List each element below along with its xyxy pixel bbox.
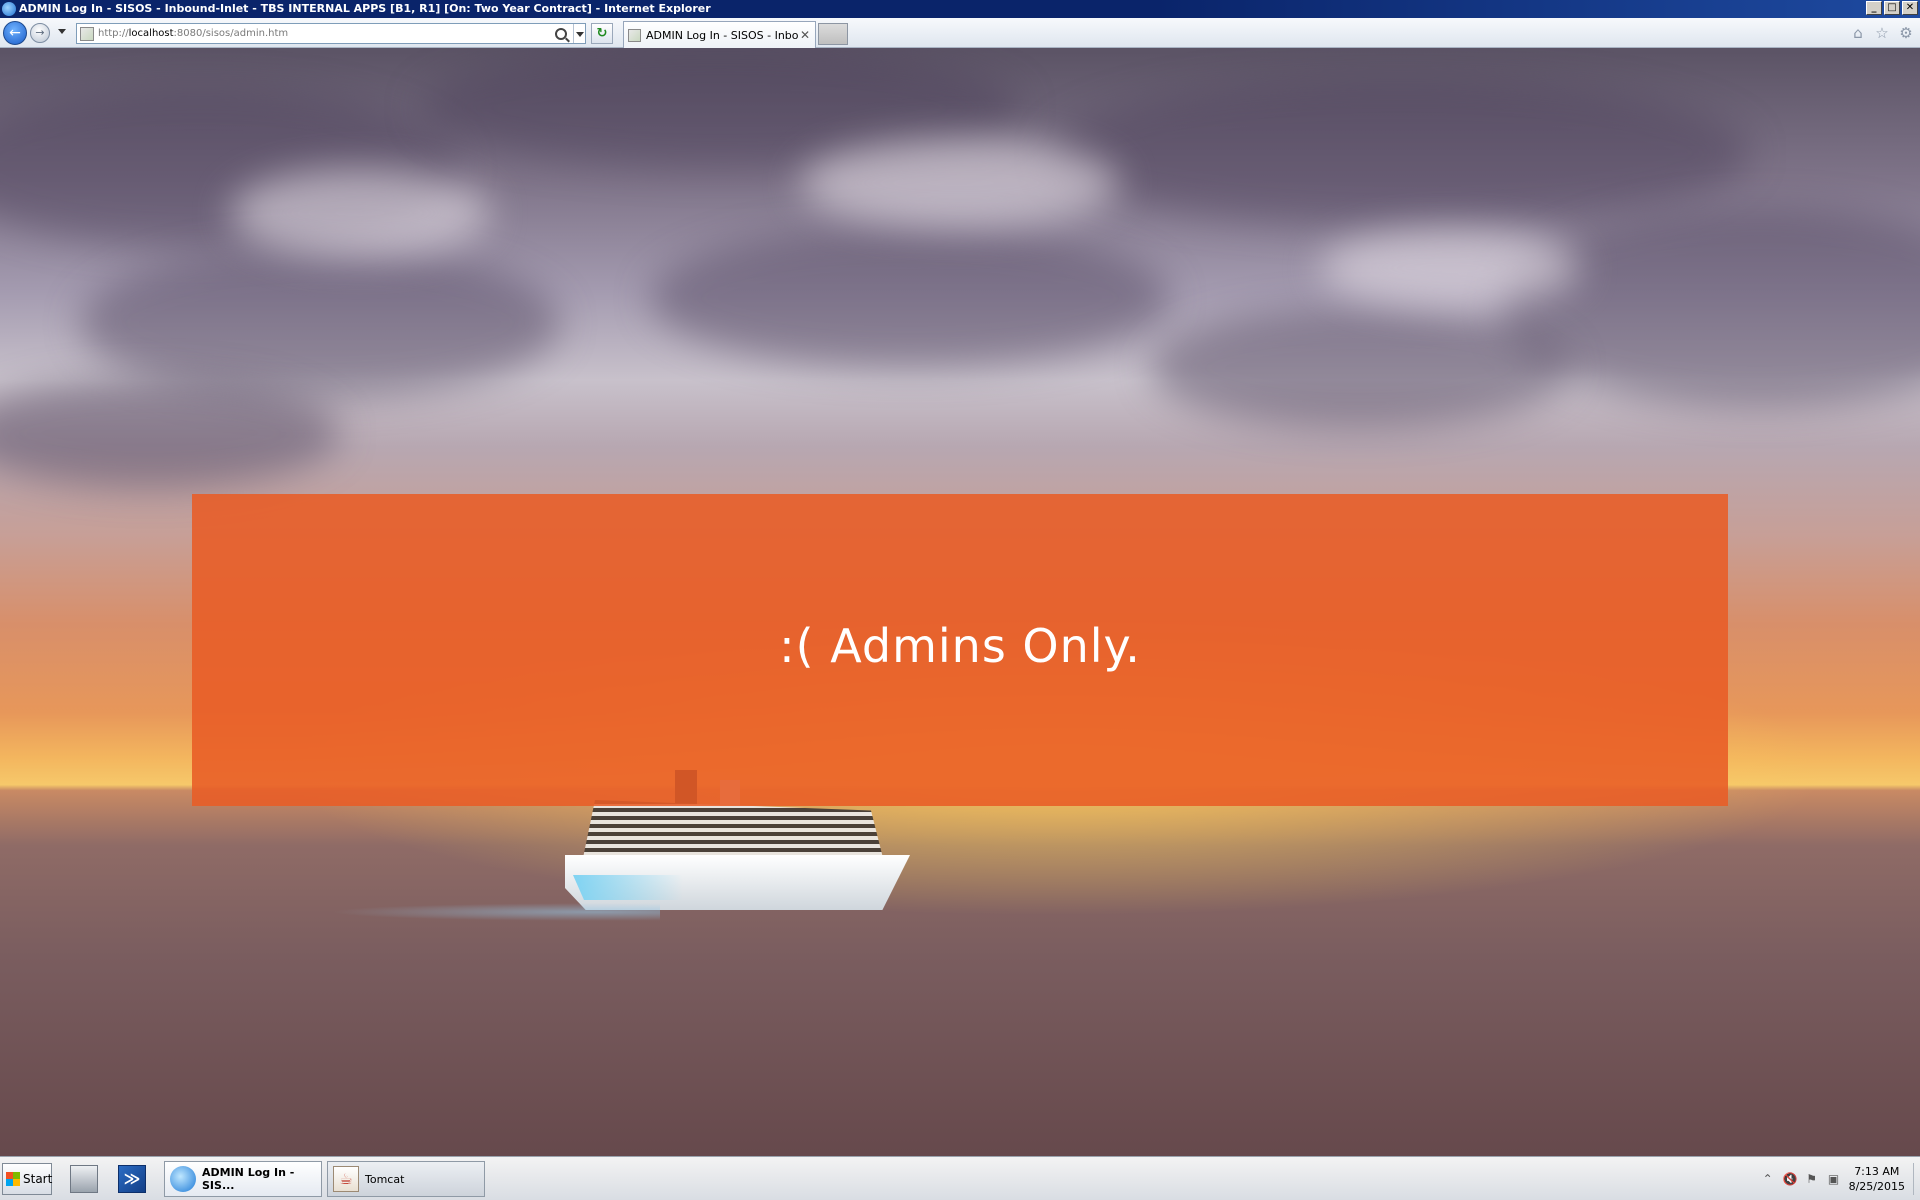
- cloud: [650, 228, 1170, 368]
- back-button[interactable]: ←: [3, 21, 27, 45]
- browser-navigation-bar: ← → http://localhost:8080/sisos/admin.ht…: [0, 18, 1920, 48]
- server-manager-icon[interactable]: [70, 1165, 98, 1193]
- network-icon[interactable]: ▣: [1827, 1172, 1841, 1186]
- forward-button[interactable]: →: [30, 23, 50, 43]
- minimize-button[interactable]: _: [1866, 1, 1882, 15]
- windows-logo-icon: [6, 1172, 20, 1186]
- tools-gear-icon[interactable]: ⚙: [1898, 25, 1914, 41]
- banner-message: :( Admins Only.: [779, 619, 1141, 673]
- favorites-star-icon[interactable]: ☆: [1874, 25, 1890, 41]
- page-favicon-icon: [80, 26, 94, 41]
- page-background-image: :( Admins Only.: [0, 48, 1920, 1156]
- internet-explorer-icon: [170, 1166, 196, 1192]
- address-bar[interactable]: http://localhost:8080/sisos/admin.htm: [76, 23, 586, 44]
- taskbar-item-label: Tomcat: [365, 1172, 405, 1186]
- url-prefix: http://: [98, 28, 129, 39]
- admins-only-banner: :( Admins Only.: [192, 494, 1728, 806]
- cloud: [80, 248, 560, 398]
- volume-muted-icon[interactable]: 🔇: [1783, 1172, 1798, 1186]
- cloud: [230, 168, 490, 258]
- browser-command-icons: ⌂ ☆ ⚙: [1850, 25, 1914, 41]
- java-icon: ☕: [333, 1166, 359, 1192]
- powershell-icon[interactable]: ≫: [118, 1165, 146, 1193]
- window-title: ADMIN Log In - SISOS - Inbound-Inlet - T…: [19, 2, 711, 15]
- tab-close-icon[interactable]: ✕: [798, 28, 812, 42]
- start-button[interactable]: Start: [2, 1163, 52, 1195]
- ship-wake: [330, 903, 660, 921]
- clock-date: 8/25/2015: [1848, 1180, 1905, 1193]
- tab-favicon-icon: [628, 28, 641, 42]
- start-label: Start: [23, 1172, 53, 1186]
- action-center-flag-icon[interactable]: ⚑: [1805, 1172, 1819, 1186]
- clock-time: 7:13 AM: [1854, 1165, 1900, 1178]
- quick-launch: ≫: [70, 1165, 146, 1193]
- taskbar-item-tomcat[interactable]: ☕ Tomcat: [327, 1161, 485, 1197]
- taskbar-item-internet-explorer[interactable]: ADMIN Log In - SIS...: [164, 1161, 322, 1197]
- ship-decks: [583, 800, 883, 858]
- taskbar: Start ≫ ADMIN Log In - SIS... ☕ Tomcat ⌃…: [0, 1156, 1920, 1200]
- maximize-button[interactable]: □: [1884, 1, 1900, 15]
- cloud: [800, 138, 1120, 228]
- show-desktop-button[interactable]: [1913, 1163, 1914, 1195]
- url-path: :8080/sisos/admin.htm: [173, 28, 289, 39]
- close-button[interactable]: ✕: [1902, 1, 1918, 15]
- cloud: [1150, 308, 1570, 428]
- recent-pages-dropdown[interactable]: [58, 29, 66, 34]
- cloud: [1320, 228, 1580, 308]
- url-host: localhost: [128, 28, 174, 39]
- internet-explorer-icon: [2, 2, 16, 16]
- show-hidden-icons-icon[interactable]: ⌃: [1761, 1172, 1775, 1186]
- system-tray: ⌃ 🔇 ⚑ ▣ 7:13 AM 8/25/2015: [1761, 1163, 1914, 1195]
- address-dropdown-button[interactable]: [573, 24, 585, 43]
- taskbar-item-label: ADMIN Log In - SIS...: [202, 1166, 295, 1192]
- address-url[interactable]: http://localhost:8080/sisos/admin.htm: [98, 28, 555, 39]
- search-icon[interactable]: [555, 27, 567, 40]
- home-icon[interactable]: ⌂: [1850, 25, 1866, 41]
- window-title-bar: ADMIN Log In - SISOS - Inbound-Inlet - T…: [0, 0, 1920, 18]
- tab-admin-log-in[interactable]: ADMIN Log In - SISOS - Inbo... ✕: [623, 21, 816, 48]
- system-clock[interactable]: 7:13 AM 8/25/2015: [1849, 1164, 1905, 1194]
- new-tab-button[interactable]: [818, 23, 848, 45]
- window-controls: _ □ ✕: [1866, 1, 1918, 15]
- ship-hull-accent: [573, 875, 683, 900]
- compatibility-refresh-button[interactable]: ↻: [591, 23, 613, 44]
- cloud: [1050, 78, 1750, 228]
- tab-label: ADMIN Log In - SISOS - Inbo...: [646, 28, 798, 42]
